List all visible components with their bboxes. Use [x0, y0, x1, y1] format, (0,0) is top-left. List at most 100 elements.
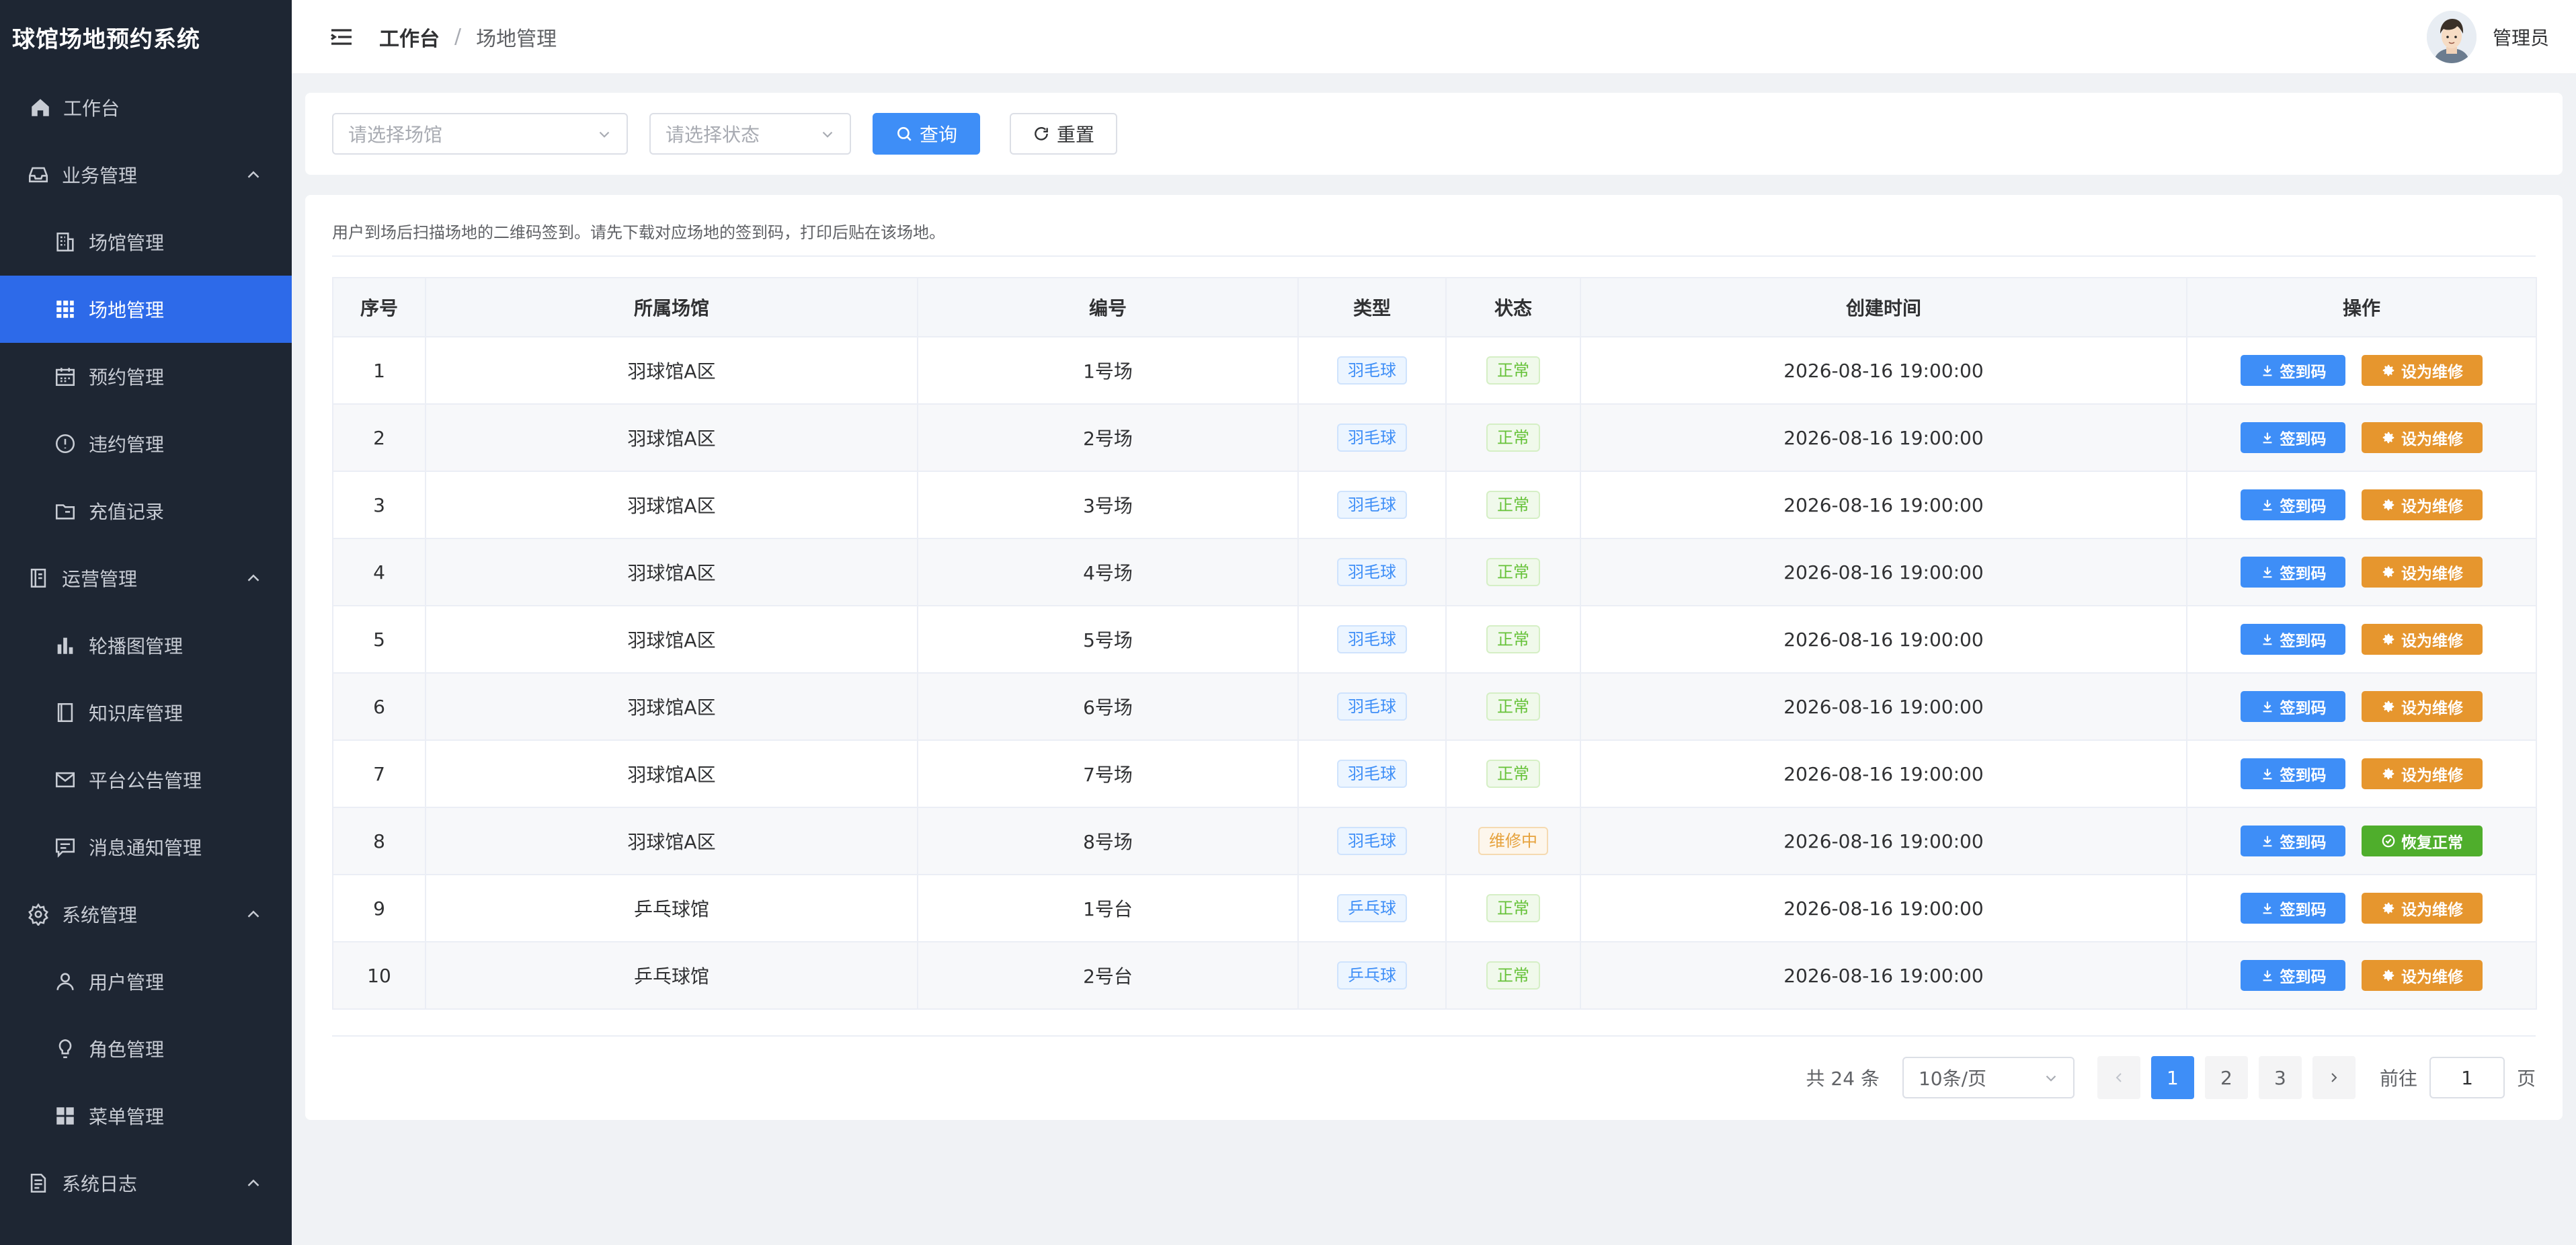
checkin-code-button[interactable]: 签到码	[2241, 826, 2345, 856]
breadcrumb-current: 场地管理	[476, 27, 557, 51]
sidebar-item-role-management[interactable]: 角色管理	[0, 1015, 292, 1082]
query-button[interactable]: 查询	[873, 113, 980, 155]
breadcrumb-home[interactable]: 工作台	[379, 22, 440, 52]
chevron-up-icon	[243, 1173, 264, 1193]
checkin-code-button[interactable]: 签到码	[2241, 624, 2345, 655]
cell-created: 2026-08-16 19:00:00	[1580, 672, 2187, 741]
cell-created: 2026-08-16 19:00:00	[1580, 739, 2187, 808]
column-header: 创建时间	[1580, 277, 2187, 337]
sidebar-group-label: 运营管理	[62, 568, 138, 590]
cell-created: 2026-08-16 19:00:00	[1580, 941, 2187, 1010]
sidebar-item-label: 场馆管理	[89, 232, 165, 254]
sidebar-item-workbench[interactable]: 工作台	[0, 74, 292, 141]
sidebar-group-operations[interactable]: 运营管理	[0, 545, 292, 612]
cell-created: 2026-08-16 19:00:00	[1580, 538, 2187, 606]
divider	[332, 1035, 2536, 1037]
cell-type: 乒乓球	[1297, 874, 1447, 942]
cell-code: 4号场	[917, 538, 1299, 606]
goto-page-input[interactable]: 1	[2429, 1057, 2505, 1098]
sidebar-item-user-management[interactable]: 用户管理	[0, 948, 292, 1015]
cell-venue: 乒乓球馆	[425, 874, 918, 942]
venue-select[interactable]: 请选择场馆	[332, 113, 628, 155]
set-maintenance-button[interactable]: 设为维修	[2362, 624, 2483, 655]
sidebar-item-violation-management[interactable]: 违约管理	[0, 410, 292, 477]
sidebar-item-knowledge-base[interactable]: 知识库管理	[0, 679, 292, 746]
fold-menu-icon[interactable]	[328, 24, 355, 50]
checkin-notice: 用户到场后扫描场地的二维码签到。请先下载对应场地的签到码，打印后贴在该场地。	[332, 223, 945, 242]
next-page-button[interactable]	[2312, 1056, 2356, 1099]
sidebar-item-label: 用户管理	[89, 971, 165, 994]
sidebar-item-court-management[interactable]: 场地管理	[0, 276, 292, 343]
download-icon	[2260, 497, 2275, 512]
sidebar-group-system[interactable]: 系统管理	[0, 881, 292, 948]
checkin-code-button[interactable]: 签到码	[2241, 422, 2345, 453]
checkin-code-button[interactable]: 签到码	[2241, 489, 2345, 520]
cell-code: 7号场	[917, 739, 1299, 808]
download-icon	[2260, 968, 2275, 983]
cell-code: 3号场	[917, 471, 1299, 539]
checkin-code-button[interactable]: 签到码	[2241, 893, 2345, 924]
set-maintenance-button[interactable]: 设为维修	[2362, 691, 2483, 722]
bar-chart-icon	[54, 634, 77, 657]
folder-icon	[54, 499, 77, 522]
set-maintenance-button[interactable]: 设为维修	[2362, 489, 2483, 520]
button-label: 设为维修	[2401, 431, 2463, 448]
checkin-code-button[interactable]: 签到码	[2241, 758, 2345, 789]
court-table-card: 用户到场后扫描场地的二维码签到。请先下载对应场地的签到码，打印后贴在该场地。 序…	[305, 195, 2563, 1120]
filter-bar: 请选择场馆 请选择状态 查询 重置	[305, 93, 2563, 175]
user-menu[interactable]: 管理员	[2426, 11, 2549, 63]
sidebar-group-system-logs[interactable]: 系统日志	[0, 1150, 292, 1217]
status-select[interactable]: 请选择状态	[649, 113, 851, 155]
table-row: 1 羽球馆A区 1号场 羽毛球 正常 2026-08-16 19:00:00 签到码 设为维修	[332, 336, 2537, 405]
sidebar-item-label: 平台公告管理	[89, 770, 202, 792]
set-maintenance-button[interactable]: 设为维修	[2362, 758, 2483, 789]
checkin-code-button[interactable]: 签到码	[2241, 960, 2345, 991]
reset-button[interactable]: 重置	[1010, 113, 1117, 155]
page-button[interactable]: 3	[2258, 1056, 2302, 1099]
gear-icon	[2381, 699, 2396, 714]
set-maintenance-button[interactable]: 设为维修	[2362, 960, 2483, 991]
sidebar: 球馆场地预约系统 工作台 业务管理 场馆管理 场地管理 预约管理 违约管理 充值…	[0, 0, 292, 1245]
sidebar-group-label: 业务管理	[62, 165, 138, 187]
checkin-code-button[interactable]: 签到码	[2241, 557, 2345, 588]
sidebar-item-announcement-management[interactable]: 平台公告管理	[0, 746, 292, 813]
chevron-down-icon	[819, 126, 836, 143]
restore-normal-button[interactable]: 恢复正常	[2362, 826, 2483, 856]
page-size-select[interactable]: 10条/页	[1902, 1057, 2075, 1098]
cell-code: 2号台	[917, 941, 1299, 1010]
warning-icon	[54, 432, 77, 455]
cell-venue: 羽球馆A区	[425, 739, 918, 808]
cell-no: 5	[332, 605, 426, 674]
download-icon	[2260, 766, 2275, 781]
sidebar-item-notification-management[interactable]: 消息通知管理	[0, 813, 292, 881]
chevron-up-icon	[243, 568, 264, 588]
sidebar-item-booking-management[interactable]: 预约管理	[0, 343, 292, 410]
sidebar-item-menu-management[interactable]: 菜单管理	[0, 1082, 292, 1150]
cell-code: 6号场	[917, 672, 1299, 741]
bulb-icon	[54, 1037, 77, 1060]
sidebar-item-carousel-management[interactable]: 轮播图管理	[0, 612, 292, 679]
grid-icon	[54, 298, 77, 321]
checkin-code-button[interactable]: 签到码	[2241, 691, 2345, 722]
calendar-icon	[54, 365, 77, 388]
set-maintenance-button[interactable]: 设为维修	[2362, 355, 2483, 386]
prev-page-button[interactable]	[2097, 1056, 2140, 1099]
sidebar-item-venue-management[interactable]: 场馆管理	[0, 208, 292, 276]
page-button[interactable]: 1	[2150, 1056, 2194, 1099]
cell-type: 乒乓球	[1297, 941, 1447, 1010]
set-maintenance-button[interactable]: 设为维修	[2362, 893, 2483, 924]
sidebar-group-business[interactable]: 业务管理	[0, 141, 292, 208]
button-label: 签到码	[2280, 633, 2327, 650]
page-button[interactable]: 2	[2204, 1056, 2248, 1099]
download-icon	[2260, 699, 2275, 714]
chevron-up-icon	[243, 165, 264, 185]
checkin-code-button[interactable]: 签到码	[2241, 355, 2345, 386]
sidebar-item-recharge-records[interactable]: 充值记录	[0, 477, 292, 545]
cell-venue: 羽球馆A区	[425, 471, 918, 539]
avatar[interactable]	[2426, 11, 2477, 63]
cell-code: 5号场	[917, 605, 1299, 674]
set-maintenance-button[interactable]: 设为维修	[2362, 422, 2483, 453]
set-maintenance-button[interactable]: 设为维修	[2362, 557, 2483, 588]
column-header: 操作	[2186, 277, 2537, 337]
type-tag: 羽毛球	[1337, 827, 1407, 855]
